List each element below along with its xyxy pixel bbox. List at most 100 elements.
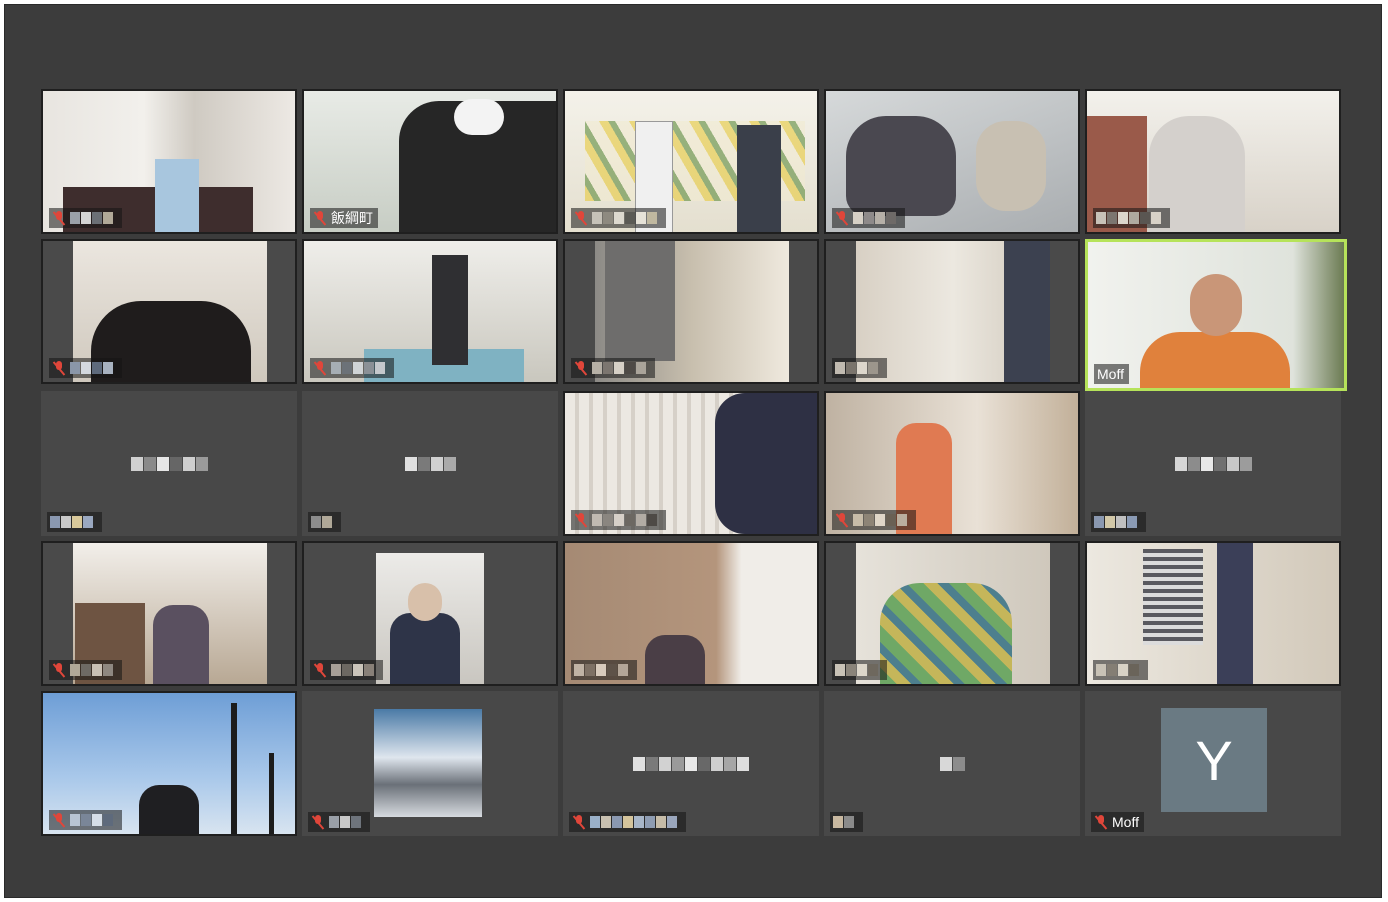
participant-name: 飯綱町 <box>331 210 373 226</box>
video-feed-face <box>454 99 504 135</box>
pixelated-name <box>1096 212 1161 224</box>
participant-tile-19[interactable] <box>824 541 1080 686</box>
video-feed-person <box>1004 241 1050 382</box>
participant-center-label <box>41 456 297 471</box>
participant-name: Moff <box>1112 814 1139 830</box>
video-feed-person <box>153 605 209 684</box>
participant-tile-11[interactable] <box>41 391 297 536</box>
video-feed-person <box>155 159 199 232</box>
participant-tile-14[interactable] <box>824 391 1080 536</box>
video-feed-window <box>1143 549 1203 645</box>
participant-tile-17[interactable] <box>302 541 558 686</box>
video-feed-cat-b <box>976 121 1046 211</box>
video-feed-palm-a <box>231 703 237 834</box>
video-feed-person <box>1217 543 1253 684</box>
pixelated-name <box>592 362 646 374</box>
participant-name-bar <box>1093 660 1148 680</box>
pixelated-name <box>70 814 113 826</box>
microphone-muted-icon <box>574 360 588 376</box>
participant-name-bar <box>832 510 916 530</box>
microphone-muted-icon <box>835 512 849 528</box>
participant-name-bar <box>47 512 102 532</box>
microphone-muted-icon <box>1094 814 1108 830</box>
participant-center-label <box>824 756 1080 771</box>
pixelated-name <box>833 816 854 828</box>
microphone-muted-icon <box>52 360 66 376</box>
video-feed-person <box>432 255 468 365</box>
video-feed-person <box>715 393 817 534</box>
pixelated-name <box>331 362 385 374</box>
participant-tile-22[interactable] <box>302 691 558 836</box>
participant-name-bar <box>49 358 122 378</box>
profile-picture-landscape <box>374 709 482 817</box>
microphone-muted-icon <box>313 210 327 226</box>
microphone-muted-icon <box>52 662 66 678</box>
video-feed-palm-b <box>269 753 274 834</box>
participant-center-label <box>563 756 819 771</box>
microphone-muted-icon <box>572 814 586 830</box>
participant-tile-15[interactable] <box>1085 391 1341 536</box>
video-feed-person <box>390 613 460 684</box>
pixelated-name <box>1094 516 1137 528</box>
participant-tile-2[interactable]: 飯綱町 <box>302 89 558 234</box>
participant-tile-23[interactable] <box>563 691 819 836</box>
pixelated-name <box>1096 664 1139 676</box>
participant-tile-10-active-speaker[interactable]: Moff <box>1085 239 1347 391</box>
participant-name-bar <box>49 208 122 228</box>
participant-name-bar: Moff <box>1094 364 1129 384</box>
participant-name-bar <box>308 812 370 832</box>
participant-name-bar <box>832 358 887 378</box>
participant-tile-6[interactable] <box>41 239 297 384</box>
participant-tile-12[interactable] <box>302 391 558 536</box>
pixelated-name <box>331 664 374 676</box>
participant-name-bar: Moff <box>1091 812 1144 832</box>
participant-name-bar <box>571 510 666 530</box>
microphone-muted-icon <box>313 360 327 376</box>
video-feed-person-b <box>737 125 781 232</box>
participant-name-bar <box>1093 208 1170 228</box>
participant-name-bar <box>310 358 394 378</box>
participant-tile-7[interactable] <box>302 239 558 384</box>
participant-tile-8[interactable] <box>563 239 819 384</box>
participant-name-bar <box>49 660 122 680</box>
video-feed-person <box>139 785 199 834</box>
video-feed-face <box>408 583 442 621</box>
microphone-muted-icon <box>52 210 66 226</box>
participant-name-bar <box>569 812 686 832</box>
participant-tile-20[interactable] <box>1085 541 1341 686</box>
participant-tile-18[interactable] <box>563 541 819 686</box>
participant-center-label <box>1085 456 1341 471</box>
participant-tile-16[interactable] <box>41 541 297 686</box>
pixelated-name <box>70 664 113 676</box>
participant-tile-25[interactable]: Y Moff <box>1085 691 1341 836</box>
video-feed-person <box>605 241 675 361</box>
pixelated-name <box>590 816 677 828</box>
participant-tile-9[interactable] <box>824 239 1080 384</box>
pixelated-name <box>70 362 113 374</box>
microphone-muted-icon <box>311 814 325 830</box>
pixelated-name <box>311 516 332 528</box>
video-feed-cat-a <box>846 116 956 216</box>
participant-tile-13[interactable] <box>563 391 819 536</box>
pixelated-name <box>853 212 896 224</box>
participant-tile-4[interactable] <box>824 89 1080 234</box>
pixelated-name <box>574 664 628 676</box>
gallery-view: 飯綱町 Moff Y Moff <box>4 4 1382 898</box>
participant-tile-21[interactable] <box>41 691 297 836</box>
pixelated-name <box>329 816 361 828</box>
participant-name-bar <box>571 358 655 378</box>
participant-tile-1[interactable] <box>41 89 297 234</box>
participant-name: Moff <box>1097 366 1124 382</box>
participant-tile-3[interactable] <box>563 89 819 234</box>
microphone-muted-icon <box>835 210 849 226</box>
pixelated-name <box>70 212 113 224</box>
pixelated-name <box>835 664 878 676</box>
participant-name-bar <box>1091 512 1146 532</box>
pixelated-name <box>592 514 657 526</box>
participant-tile-5[interactable] <box>1085 89 1341 234</box>
microphone-muted-icon <box>313 662 327 678</box>
pixelated-name <box>853 514 907 526</box>
pixelated-name <box>592 212 657 224</box>
participant-tile-24[interactable] <box>824 691 1080 836</box>
participant-name-bar <box>832 208 905 228</box>
